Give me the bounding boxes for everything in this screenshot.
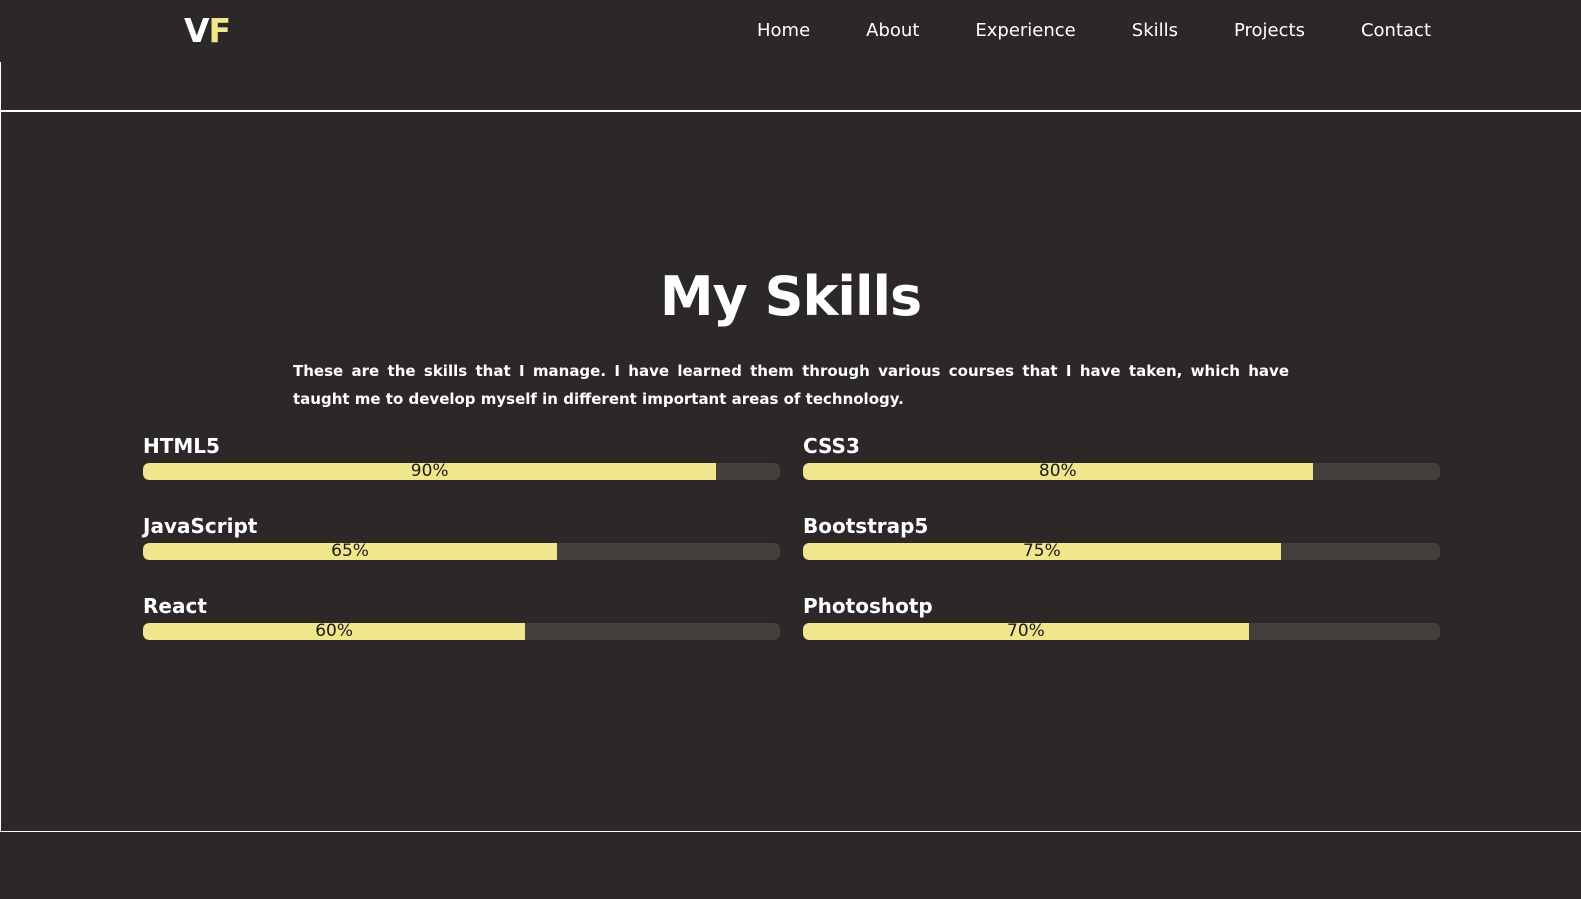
nav-link-experience[interactable]: Experience bbox=[975, 19, 1075, 43]
section-divider-bottom bbox=[0, 831, 1581, 832]
nav-link-home[interactable]: Home bbox=[757, 19, 810, 43]
skill-name: Photoshotp bbox=[803, 594, 933, 618]
navbar: VF Home About Experience Skills Projects… bbox=[0, 0, 1581, 62]
skill-progress-fill: 90% bbox=[143, 463, 717, 480]
skill-css3: CSS3 80% bbox=[803, 433, 1440, 485]
skill-percent: 80% bbox=[1038, 463, 1077, 480]
skill-progress-bar: 70% bbox=[803, 623, 1440, 640]
skill-name: HTML5 bbox=[143, 434, 220, 458]
skill-bootstrap5: Bootstrap5 75% bbox=[803, 513, 1440, 565]
skill-progress-fill: 65% bbox=[143, 543, 558, 560]
skill-react: React 60% bbox=[143, 593, 780, 645]
skills-description: These are the skills that I manage. I ha… bbox=[293, 362, 1289, 408]
nav-links: Home About Experience Skills Projects Co… bbox=[701, 19, 1431, 43]
logo-letter-f: F bbox=[208, 11, 232, 50]
skill-name: JavaScript bbox=[143, 514, 258, 538]
skill-percent: 75% bbox=[1022, 543, 1061, 560]
skill-progress-bar: 80% bbox=[803, 463, 1440, 480]
skills-title: My Skills bbox=[659, 265, 922, 328]
skill-html5: HTML5 90% bbox=[143, 433, 780, 485]
skill-progress-bar: 60% bbox=[143, 623, 780, 640]
skill-progress-fill: 60% bbox=[143, 623, 526, 640]
logo[interactable]: VF bbox=[184, 11, 232, 50]
skill-progress-bar: 75% bbox=[803, 543, 1440, 560]
skill-name: React bbox=[143, 594, 207, 618]
skill-progress-fill: 75% bbox=[803, 543, 1281, 560]
skills-grid: HTML5 90% CSS3 80% JavaScript 65% Bootst… bbox=[143, 433, 1440, 645]
skill-percent: 65% bbox=[331, 543, 369, 560]
skill-photoshop: Photoshotp 70% bbox=[803, 593, 1440, 645]
nav-link-skills[interactable]: Skills bbox=[1132, 19, 1178, 43]
skill-name: Bootstrap5 bbox=[803, 514, 929, 538]
nav-link-contact[interactable]: Contact bbox=[1361, 19, 1431, 43]
skill-progress-bar: 90% bbox=[143, 463, 780, 480]
section-divider-top bbox=[0, 110, 1581, 112]
skill-percent: 90% bbox=[410, 463, 449, 480]
section-border-left bbox=[0, 112, 1, 832]
logo-letter-v: V bbox=[184, 11, 210, 50]
nav-link-projects[interactable]: Projects bbox=[1234, 19, 1305, 43]
skill-percent: 70% bbox=[1007, 623, 1045, 640]
skill-progress-bar: 65% bbox=[143, 543, 780, 560]
skill-percent: 60% bbox=[315, 623, 353, 640]
skill-progress-fill: 80% bbox=[803, 463, 1313, 480]
skill-progress-fill: 70% bbox=[803, 623, 1249, 640]
skill-javascript: JavaScript 65% bbox=[143, 513, 780, 565]
nav-link-about[interactable]: About bbox=[866, 19, 919, 43]
section-border-left-top bbox=[0, 62, 1, 112]
skill-name: CSS3 bbox=[803, 434, 860, 458]
